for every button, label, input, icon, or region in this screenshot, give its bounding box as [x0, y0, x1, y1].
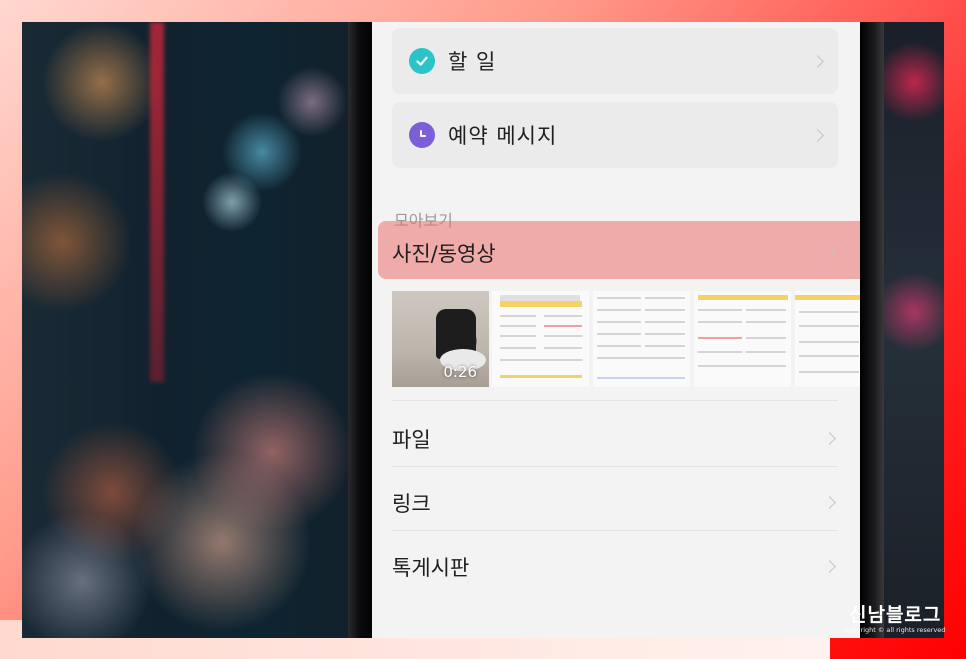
video-duration: 0:26 [443, 363, 477, 381]
links-label: 링크 [392, 492, 431, 516]
divider [392, 400, 838, 401]
phone-screen: 할 일 예약 메시지 모아보기 사진/동영상 0:26 [372, 22, 860, 638]
watermark-title: 신남블로그 [848, 604, 942, 626]
chevron-right-icon [823, 246, 836, 259]
image-thumbnail[interactable] [593, 291, 690, 387]
media-thumbnail-strip: 0:26 [392, 291, 860, 387]
clock-icon [409, 122, 435, 148]
files-menu-item[interactable]: 파일 [372, 412, 860, 462]
divider [392, 530, 838, 531]
chevron-right-icon [823, 496, 836, 509]
bokeh-red-light [150, 22, 164, 382]
media-menu-item[interactable]: 사진/동영상 [372, 228, 860, 272]
photo: 할 일 예약 메시지 모아보기 사진/동영상 0:26 [22, 22, 944, 638]
right-bokeh-background [884, 22, 944, 638]
chevron-right-icon [811, 55, 824, 68]
divider [392, 466, 838, 467]
check-circle-icon [409, 48, 435, 74]
scheduled-message-label: 예약 메시지 [448, 124, 558, 148]
board-label: 톡게시판 [392, 556, 470, 580]
video-thumbnail[interactable]: 0:26 [392, 291, 489, 387]
chevron-right-icon [823, 432, 836, 445]
todo-label: 할 일 [448, 50, 497, 74]
todo-menu-item[interactable]: 할 일 [392, 28, 838, 94]
chevron-right-icon [811, 129, 824, 142]
watermark-subtitle: copyright © all rights reserved [845, 626, 946, 634]
scheduled-message-menu-item[interactable]: 예약 메시지 [392, 102, 838, 168]
files-label: 파일 [392, 428, 431, 452]
board-menu-item[interactable]: 톡게시판 [372, 540, 860, 590]
image-thumbnail[interactable] [795, 291, 860, 387]
phone-bezel-right [860, 22, 884, 638]
links-menu-item[interactable]: 링크 [372, 476, 860, 526]
media-label: 사진/동영상 [392, 242, 496, 266]
image-thumbnail[interactable] [694, 291, 791, 387]
image-thumbnail[interactable] [492, 291, 589, 387]
city-bokeh-background [22, 22, 362, 638]
chevron-right-icon [823, 560, 836, 573]
watermark: 신남블로그 copyright © all rights reserved [845, 604, 945, 634]
